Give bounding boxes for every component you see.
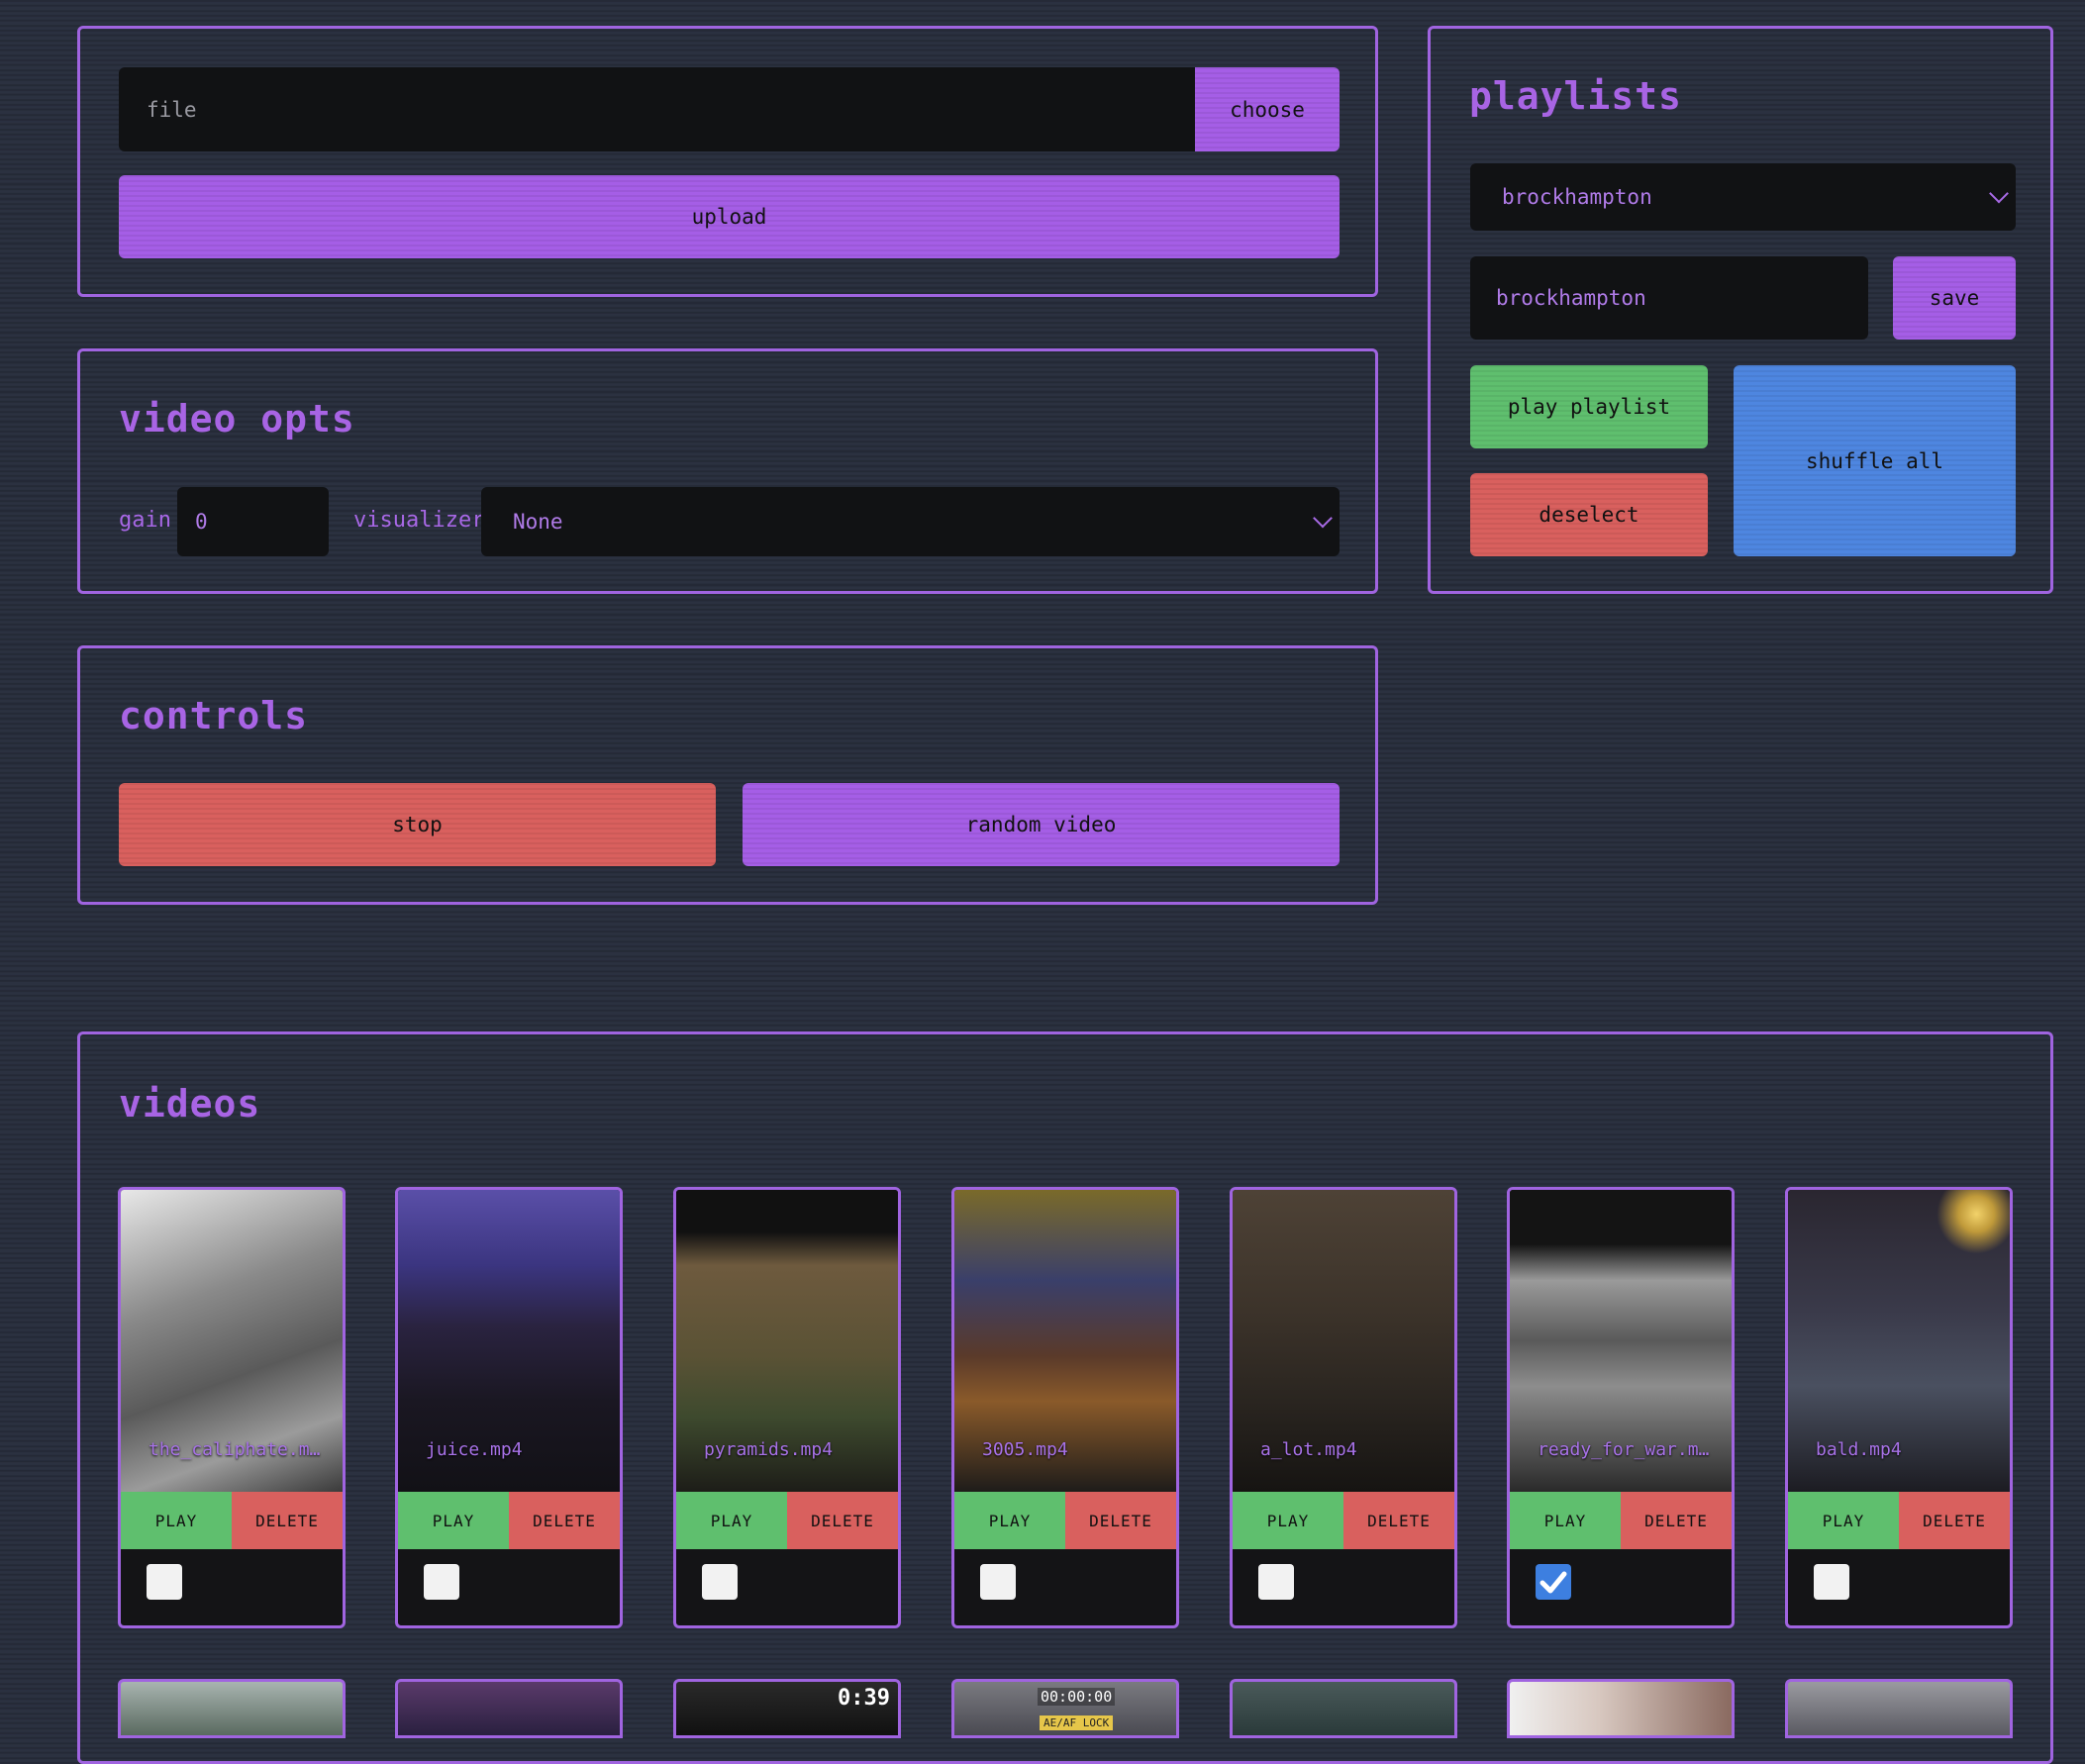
select-checkbox[interactable] — [702, 1564, 738, 1600]
visualizer-label: visualizer — [353, 508, 485, 533]
chevron-down-icon — [1313, 508, 1333, 529]
video-name: the_caliphate.m… — [149, 1439, 321, 1460]
ae-af-lock-badge: AE/AF LOCK — [1040, 1715, 1114, 1730]
play-playlist-button[interactable]: play playlist — [1470, 365, 1708, 448]
delete-video-button[interactable]: DELETE — [1065, 1492, 1176, 1549]
play-video-button[interactable]: PLAY — [954, 1492, 1065, 1549]
video-name: ready_for_war.m… — [1538, 1439, 1710, 1460]
video-card-peek — [1785, 1679, 2013, 1738]
play-video-button[interactable]: PLAY — [1510, 1492, 1621, 1549]
video-card: ready_for_war.m… PLAY DELETE — [1507, 1187, 1735, 1628]
play-video-button[interactable]: PLAY — [1233, 1492, 1343, 1549]
video-name: pyramids.mp4 — [704, 1439, 834, 1460]
delete-video-button[interactable]: DELETE — [787, 1492, 898, 1549]
playlist-select[interactable]: brockhampton — [1470, 163, 2016, 231]
video-name: a_lot.mp4 — [1260, 1439, 1357, 1460]
video-card-peek — [118, 1679, 346, 1738]
timestamp-overlay: 0:39 — [838, 1686, 890, 1711]
delete-video-button[interactable]: DELETE — [509, 1492, 620, 1549]
playlists-title: playlists — [1469, 74, 1682, 118]
video-card: juice.mp4 PLAY DELETE — [395, 1187, 623, 1628]
select-checkbox[interactable] — [1814, 1564, 1849, 1600]
controls-panel: controls stop random video — [77, 645, 1378, 905]
gain-label: gain — [119, 508, 171, 533]
playlist-name-value: brockhampton — [1496, 286, 1646, 310]
videos-title: videos — [119, 1082, 261, 1126]
video-opts-panel: video opts gain 0 visualizer None — [77, 348, 1378, 594]
checkmark-icon — [1539, 1571, 1567, 1594]
playlists-panel: playlists brockhampton brockhampton save… — [1428, 26, 2053, 594]
play-video-button[interactable]: PLAY — [398, 1492, 509, 1549]
save-playlist-button[interactable]: save — [1893, 256, 2016, 340]
video-name: bald.mp4 — [1816, 1439, 1902, 1460]
delete-video-button[interactable]: DELETE — [1621, 1492, 1732, 1549]
shuffle-all-button[interactable]: shuffle all — [1734, 365, 2016, 556]
random-video-button[interactable]: random video — [743, 783, 1340, 866]
upload-panel: file choose upload — [77, 26, 1378, 297]
controls-title: controls — [119, 694, 309, 737]
video-card-peek: 00:00:00 AE/AF LOCK — [951, 1679, 1179, 1738]
video-name: 3005.mp4 — [982, 1439, 1068, 1460]
playlist-selected: brockhampton — [1502, 185, 1652, 209]
chevron-down-icon — [1989, 183, 2009, 204]
select-checkbox[interactable] — [1536, 1564, 1571, 1600]
deselect-button[interactable]: deselect — [1470, 473, 1708, 556]
video-card-peek — [1507, 1679, 1735, 1738]
play-video-button[interactable]: PLAY — [1788, 1492, 1899, 1549]
delete-video-button[interactable]: DELETE — [1343, 1492, 1454, 1549]
file-input[interactable]: file — [119, 67, 1198, 151]
stop-button[interactable]: stop — [119, 783, 716, 866]
select-checkbox[interactable] — [980, 1564, 1016, 1600]
select-checkbox[interactable] — [424, 1564, 459, 1600]
video-card-peek: 0:39 — [673, 1679, 901, 1738]
video-card: bald.mp4 PLAY DELETE — [1785, 1187, 2013, 1628]
video-card: pyramids.mp4 PLAY DELETE — [673, 1187, 901, 1628]
play-video-button[interactable]: PLAY — [676, 1492, 787, 1549]
delete-video-button[interactable]: DELETE — [232, 1492, 343, 1549]
video-opts-title: video opts — [119, 397, 355, 441]
playlist-name-input[interactable]: brockhampton — [1470, 256, 1868, 340]
file-placeholder: file — [147, 97, 197, 122]
upload-button[interactable]: upload — [119, 175, 1340, 258]
visualizer-select[interactable]: None — [481, 487, 1340, 556]
play-video-button[interactable]: PLAY — [121, 1492, 232, 1549]
video-card: the_caliphate.m… PLAY DELETE — [118, 1187, 346, 1628]
video-card: 3005.mp4 PLAY DELETE — [951, 1187, 1179, 1628]
gain-value: 0 — [195, 510, 208, 534]
video-card: a_lot.mp4 PLAY DELETE — [1230, 1187, 1457, 1628]
timecode-overlay: 00:00:00 — [1038, 1688, 1116, 1706]
choose-file-button[interactable]: choose — [1195, 67, 1340, 151]
select-checkbox[interactable] — [147, 1564, 182, 1600]
gain-input[interactable]: 0 — [177, 487, 329, 556]
delete-video-button[interactable]: DELETE — [1899, 1492, 2010, 1549]
select-checkbox[interactable] — [1258, 1564, 1294, 1600]
video-name: juice.mp4 — [426, 1439, 523, 1460]
visualizer-value: None — [513, 510, 563, 534]
video-card-peek — [395, 1679, 623, 1738]
video-card-peek — [1230, 1679, 1457, 1738]
